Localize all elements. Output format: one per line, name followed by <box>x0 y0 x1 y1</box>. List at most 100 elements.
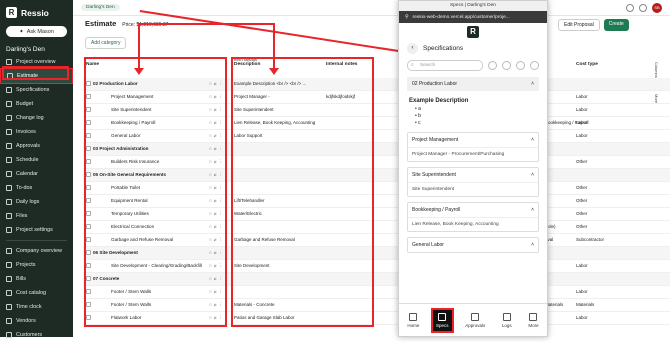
sidebar-item-daily-logs[interactable]: Daily logs <box>0 195 73 209</box>
bullet-item: • b <box>415 113 421 119</box>
col-cost-type-header[interactable]: Cost type <box>576 62 598 67</box>
tab-home[interactable]: Home <box>404 310 422 331</box>
columns-tab[interactable]: Columns <box>649 62 659 78</box>
sidebar-item-customers[interactable]: Customers <box>0 328 73 342</box>
nav-icon <box>6 115 12 121</box>
chevron-up-icon[interactable] <box>530 61 539 70</box>
search-input[interactable]: ⌕ Search <box>407 60 483 71</box>
back-icon[interactable]: ‹ <box>407 43 418 54</box>
sidebar-item-calendar[interactable]: Calendar <box>0 167 73 181</box>
nav-icon <box>6 304 12 310</box>
top-actions: SB <box>626 3 662 13</box>
chevron-up-icon[interactable]: ˄ <box>531 172 534 178</box>
add-category-button[interactable]: Add category <box>85 37 127 49</box>
search-placeholder: Search <box>420 63 436 68</box>
sidebar-item-vendors[interactable]: Vendors <box>0 314 73 328</box>
sidebar-item-projects[interactable]: Projects <box>0 258 73 272</box>
item-cost-type: Other <box>576 159 588 165</box>
tab-specs[interactable]: Specs <box>431 307 454 333</box>
sidebar-item-label: Vendors <box>16 318 36 324</box>
sidebar-item-label: To-dos <box>16 185 33 191</box>
nav-icon <box>6 101 12 107</box>
example-title: Example Description <box>409 98 469 104</box>
specs-heading: Specifications <box>423 45 464 52</box>
sidebar-item-label: Change log <box>16 115 44 121</box>
chevron-up-icon[interactable]: ˄ <box>531 207 534 213</box>
sidebar-item-invoices[interactable]: Invoices <box>0 125 73 139</box>
more-tab[interactable]: More <box>649 94 659 103</box>
nav-icon <box>6 59 12 65</box>
sidebar-item-files[interactable]: Files <box>0 209 73 223</box>
spec-card[interactable]: Bookkeeping / Payroll ˄ Lien Release, Book… <box>407 202 539 232</box>
spec-card[interactable]: Site Superintendent ˄ Site Superintendent <box>407 167 539 197</box>
sidebar-item-budget[interactable]: Budget <box>0 97 73 111</box>
item-cost-type: Labor <box>576 94 588 100</box>
sidebar-item-label: Approvals <box>16 143 40 149</box>
tab-logs[interactable]: Logs <box>499 310 515 331</box>
section-header[interactable]: 02 Production Labor ˄ <box>407 77 539 91</box>
nav-icon <box>6 248 12 254</box>
chevron-up-icon[interactable]: ˄ <box>531 137 534 143</box>
help-icon[interactable] <box>626 4 634 12</box>
bullet-item: • c <box>415 120 421 126</box>
sidebar-item-label: Projects <box>16 262 36 268</box>
arrow-head <box>269 68 279 75</box>
breadcrumb[interactable]: Darling's Den <box>81 4 120 11</box>
spec-card[interactable]: Project Management ˄ Project Manager - Pro… <box>407 132 539 162</box>
edit-proposal-button[interactable]: Edit Proposal <box>558 19 600 31</box>
sidebar-item-to-dos[interactable]: To-dos <box>0 181 73 195</box>
ask-mason-label: Ask Mason <box>26 28 54 35</box>
sidebar-item-label: Project settings <box>16 227 53 233</box>
item-cost-type: Labor <box>576 107 588 113</box>
spec-card-body: Lien Release, Book Keeping, Accounting <box>408 217 538 231</box>
nav-icon <box>6 143 12 149</box>
app-name: Ressio <box>21 7 49 18</box>
tab-approvals[interactable]: Approvals <box>462 310 488 331</box>
bullet-item: • a <box>415 106 421 112</box>
spec-card-title: Project Management <box>412 137 459 143</box>
tab-label: Approvals <box>465 322 486 328</box>
nav-icon <box>6 227 12 233</box>
nav-icon <box>6 157 12 163</box>
item-cost-type: Labor <box>576 315 588 321</box>
item-cost-type: Materials <box>576 302 595 308</box>
customer-preview-window: Specs | Darling's Den ⚲ ressio-web-demo.… <box>398 0 548 337</box>
app-logo[interactable]: R Ressio <box>0 0 73 22</box>
avatar[interactable]: SB <box>652 3 662 13</box>
item-cost-type: Labor <box>576 289 588 295</box>
nav-icon <box>6 199 12 205</box>
sidebar-item-time-clock[interactable]: Time clock <box>0 300 73 314</box>
nav-icon <box>6 290 12 296</box>
filter-icon[interactable] <box>502 61 511 70</box>
spec-card[interactable]: General Labor ˄ <box>407 237 539 253</box>
sidebar-item-label: Time clock <box>16 304 42 310</box>
sidebar-divider <box>6 240 67 241</box>
chevron-down-icon[interactable] <box>516 61 525 70</box>
chevron-up-icon[interactable]: ˄ <box>531 242 534 248</box>
tab-more[interactable]: More <box>525 310 541 331</box>
estimate-nav-highlight <box>2 66 69 80</box>
item-cost-type: Other <box>576 185 588 191</box>
nav-icon <box>6 129 12 135</box>
name-column-highlight <box>84 57 227 327</box>
sidebar-item-approvals[interactable]: Approvals <box>0 139 73 153</box>
spec-card-title: General Labor <box>412 242 444 248</box>
sidebar-item-cost-catalog[interactable]: Cost catalog <box>0 286 73 300</box>
sidebar-item-project-settings[interactable]: Project settings <box>0 223 73 237</box>
spec-card-body: Project Manager - Procurement/Purchasing <box>408 147 538 161</box>
sidebar-item-company-overview[interactable]: Company overview <box>0 244 73 258</box>
tab-label: Logs <box>501 322 512 328</box>
address-bar[interactable]: ⚲ ressio-web-demo.vercel.app/customer/pr… <box>399 11 547 23</box>
bottom-tab-bar: Home Specs Approvals Logs More <box>399 303 547 336</box>
nav-icon <box>6 213 12 219</box>
sidebar-item-change-log[interactable]: Change log <box>0 111 73 125</box>
sidebar-item-specifications[interactable]: Specifications <box>0 83 73 97</box>
spec-card-body: Site Superintendent <box>408 182 538 196</box>
ask-mason-button[interactable]: ✦ Ask Mason <box>6 26 67 37</box>
sidebar-item-bills[interactable]: Bills <box>0 272 73 286</box>
sidebar-item-label: Calendar <box>16 171 38 177</box>
sidebar-item-schedule[interactable]: Schedule <box>0 153 73 167</box>
bell-icon[interactable] <box>639 4 647 12</box>
eye-icon[interactable] <box>488 61 497 70</box>
create-button[interactable]: Create <box>603 19 629 31</box>
